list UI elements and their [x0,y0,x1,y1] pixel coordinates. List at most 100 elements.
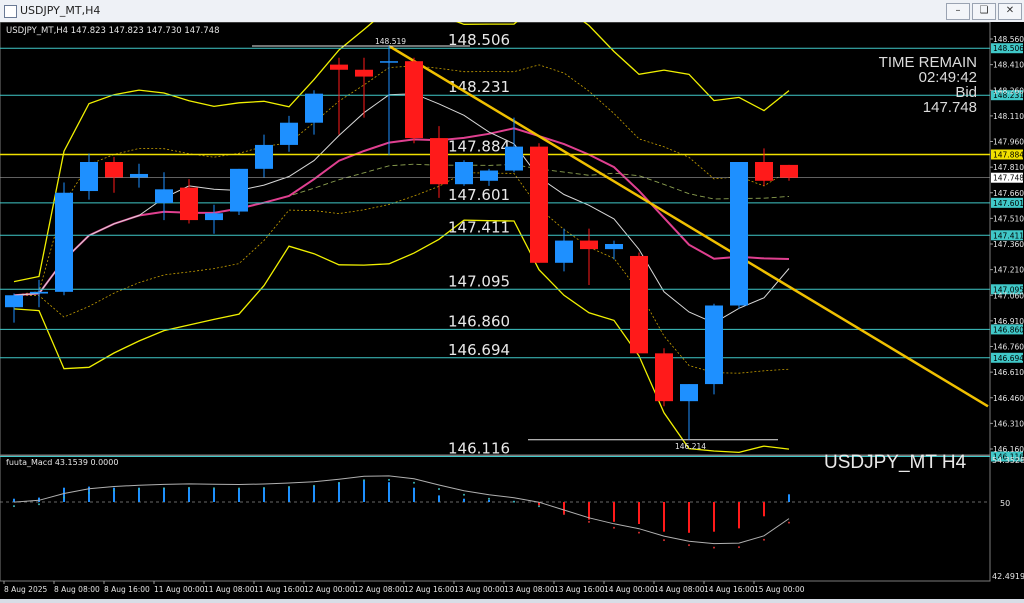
candle-body [380,61,398,63]
close-button[interactable]: ✕ [998,3,1022,20]
macd-signal-dot [213,487,215,490]
candle-body [80,162,98,192]
chart-window-icon [4,5,17,18]
price-chart-area[interactable]: 148.506 148.506 148.231 148.231 147.884 147.8… [0,2,1024,599]
candle-body [155,189,173,203]
time-remain-value: 02:49:42 [918,69,977,86]
bid-value: 147.748 [922,99,977,116]
candle-body [530,146,548,263]
candle-body [580,240,598,250]
macd-signal-dot [513,500,515,503]
swing-low-label: 146.214 [675,442,706,451]
current-price-tag-label: 147.748 [993,174,1024,183]
candle-body [130,173,148,178]
price-level-tag-label: 148.506 [993,44,1024,53]
price-tick-label: 148.260 [993,86,1024,95]
time-tick-label: 11 Aug 16:00 [254,585,305,594]
macd-signal-dot [288,486,290,489]
minimize-button[interactable]: – [946,3,970,20]
restore-button[interactable]: ❏ [972,3,996,20]
macd-signal-dot [363,479,365,482]
candle-body [55,192,73,292]
time-tick-label: 8 Aug 2025 [4,585,47,594]
bollinger-lower-band [13,219,790,454]
chart-window: USDJPY_MT,H4 – ❏ ✕ 148.506 148.506 148.231… [0,0,1024,599]
macd-signal-dot [88,491,90,494]
chart-canvas[interactable]: 148.506 148.506148.231 148.231147.884 147.8… [0,2,1024,599]
time-tick-label: 8 Aug 08:00 [54,585,100,594]
time-tick-label: 15 Aug 00:00 [754,585,805,594]
candle-body [105,162,123,178]
symbol-info-header: USDJPY_MT,H4 147.823 147.823 147.730 147… [6,26,219,36]
macd-signal-dot [613,526,615,529]
candle-body [280,122,298,145]
macd-signal-dot [238,487,240,490]
bollinger-upper-band [13,2,790,283]
price-level-label: 147.095 [448,272,510,290]
title-bar[interactable]: USDJPY_MT,H4 – ❏ ✕ [0,0,1024,23]
time-tick-label: 14 Aug 16:00 [704,585,755,594]
price-level-label: 146.694 [448,341,510,359]
time-tick-label: 13 Aug 16:00 [554,585,605,594]
symbol-watermark: USDJPY_MT H4 [824,452,967,473]
medium-moving-average [13,127,790,297]
macd-signal-dot [313,484,315,487]
price-level-label: 147.884 [448,137,510,155]
bid-label: Bid [955,84,977,101]
macd-signal-dot [413,481,415,484]
candle-body [780,164,798,178]
price-tick-label: 146.910 [993,317,1024,326]
long-moving-average [13,163,790,296]
price-tick-label: 148.410 [993,61,1024,70]
price-tick-label: 147.210 [993,266,1024,275]
candle-body [605,244,623,250]
macd-signal-dot [788,521,790,524]
candle-body [655,353,673,402]
candle-body [730,162,748,306]
price-level-label: 147.411 [448,218,510,236]
price-level-label: 148.506 [448,31,510,49]
candle-body [630,255,648,354]
time-tick-label: 11 Aug 08:00 [204,585,255,594]
candle-body [680,384,698,402]
candle-body [30,291,48,294]
swing-high-label: 148.519 [375,37,406,46]
price-tick-label: 148.560 [993,35,1024,44]
price-tick-label: 148.110 [993,112,1024,121]
macd-signal-dot [13,505,15,508]
price-tick-label: 147.060 [993,291,1024,300]
candle-body [355,69,373,77]
price-tick-label: 147.810 [993,163,1024,172]
macd-scale-mid: 50 [1000,499,1010,508]
candle-body [755,162,773,181]
candle-body [555,240,573,263]
time-tick-label: 12 Aug 16:00 [404,585,455,594]
macd-signal-dot [38,503,40,506]
candle-body [5,295,23,308]
candle-body [430,138,448,185]
macd-signal-line [13,475,790,545]
time-remain-label: TIME REMAIN [878,54,977,71]
price-tick-label: 147.660 [993,189,1024,198]
candle-body [205,213,223,221]
price-tick-label: 146.610 [993,368,1024,377]
price-tick-label: 146.160 [993,445,1024,454]
price-level-label: 146.116 [448,440,510,458]
fast-moving-average [13,93,790,324]
macd-signal-dot [688,544,690,547]
candle-body [255,144,273,169]
candle-body [180,187,198,221]
time-tick-label: 14 Aug 00:00 [604,585,655,594]
macd-signal-dot [188,486,190,489]
macd-signal-dot [713,546,715,549]
macd-signal-dot [738,546,740,549]
macd-signal-dot [263,486,265,489]
time-tick-label: 14 Aug 08:00 [654,585,705,594]
macd-signal-dot [588,520,590,523]
candle-body [230,168,248,212]
price-level-tag-label: 147.411 [993,231,1024,240]
macd-pane-frame [0,455,991,582]
time-tick-label: 13 Aug 00:00 [454,585,505,594]
macd-signal-dot [113,489,115,492]
macd-signal-dot [763,538,765,541]
